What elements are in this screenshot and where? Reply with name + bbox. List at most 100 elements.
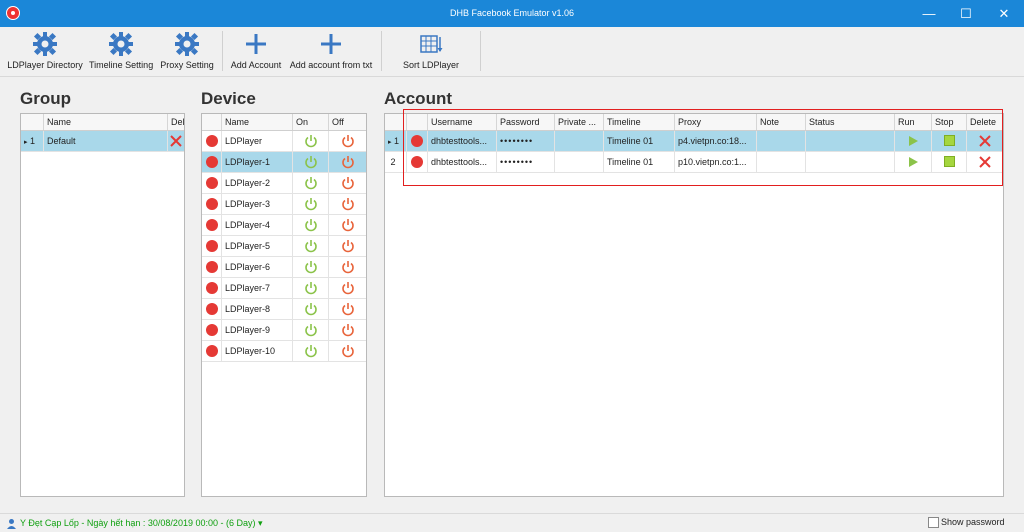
device-off-button[interactable] xyxy=(329,131,366,151)
account-column-run[interactable]: Run xyxy=(895,114,932,130)
delete-group-button[interactable] xyxy=(168,131,184,151)
run-account-button[interactable] xyxy=(895,131,932,151)
power-off-icon xyxy=(341,135,354,148)
device-on-button[interactable] xyxy=(293,299,329,319)
device-row[interactable]: LDPlayer-5 xyxy=(202,236,366,257)
device-row[interactable]: LDPlayer xyxy=(202,131,366,152)
minimize-button[interactable]: — xyxy=(910,0,948,27)
device-on-button[interactable] xyxy=(293,278,329,298)
account-column-note[interactable]: Note xyxy=(757,114,806,130)
device-off-button[interactable] xyxy=(329,320,366,340)
account-header-row: Username Password Private ... Timeline P… xyxy=(385,114,1003,131)
group-row[interactable]: ▸ 1 Default xyxy=(21,131,184,152)
account-column-stop[interactable]: Stop xyxy=(932,114,967,130)
account-row[interactable]: 2 dhbtesttools... •••••••• Timeline 01 p10.v… xyxy=(385,152,1003,173)
maximize-button[interactable]: ☐ xyxy=(947,0,985,27)
device-row[interactable]: LDPlayer-1 xyxy=(202,152,366,173)
device-row[interactable]: LDPlayer-3 xyxy=(202,194,366,215)
power-off-icon xyxy=(341,324,354,337)
device-off-button[interactable] xyxy=(329,278,366,298)
device-on-button[interactable] xyxy=(293,257,329,277)
device-off-button[interactable] xyxy=(329,194,366,214)
group-column-delete[interactable]: Delete xyxy=(168,114,184,130)
account-column-password[interactable]: Password xyxy=(497,114,555,130)
device-row[interactable]: LDPlayer-10 xyxy=(202,341,366,362)
device-on-button[interactable] xyxy=(293,341,329,361)
status-dot-icon xyxy=(205,282,218,294)
account-column-private[interactable]: Private ... xyxy=(555,114,604,130)
title-bar: DHB Facebook Emulator v1.06 — ☐ ✕ xyxy=(0,0,1024,27)
account-note xyxy=(757,152,806,172)
account-column-username[interactable]: Username xyxy=(428,114,497,130)
device-row[interactable]: LDPlayer-8 xyxy=(202,299,366,320)
device-on-button[interactable] xyxy=(293,320,329,340)
device-row[interactable]: LDPlayer-7 xyxy=(202,278,366,299)
power-off-icon xyxy=(341,156,354,169)
group-column-name[interactable]: Name xyxy=(44,114,168,130)
device-on-button[interactable] xyxy=(293,173,329,193)
account-row[interactable]: ▸ 1 dhbtesttools... •••••••• Timeline 01 p4.… xyxy=(385,131,1003,152)
account-column-timeline[interactable]: Timeline xyxy=(604,114,675,130)
account-private xyxy=(555,152,604,172)
power-on-icon xyxy=(304,240,317,253)
close-button[interactable]: ✕ xyxy=(985,0,1023,27)
add-account-button[interactable]: Add Account xyxy=(229,31,283,73)
device-on-button[interactable] xyxy=(293,236,329,256)
sort-ldplayer-button[interactable]: Sort LDPlayer xyxy=(400,31,462,73)
show-password-label: Show password xyxy=(941,517,1005,527)
device-row[interactable]: LDPlayer-6 xyxy=(202,257,366,278)
row-indicator-icon: ▸ xyxy=(388,139,392,146)
account-column-delete[interactable]: Delete xyxy=(967,114,1003,130)
run-account-button[interactable] xyxy=(895,152,932,172)
account-timeline: Timeline 01 xyxy=(604,152,675,172)
device-off-button[interactable] xyxy=(329,152,366,172)
device-row[interactable]: LDPlayer-2 xyxy=(202,173,366,194)
power-on-icon xyxy=(304,156,317,169)
device-off-button[interactable] xyxy=(329,236,366,256)
device-row[interactable]: LDPlayer-4 xyxy=(202,215,366,236)
device-on-button[interactable] xyxy=(293,152,329,172)
device-off-button[interactable] xyxy=(329,341,366,361)
ldplayer-directory-label: LDPlayer Directory xyxy=(7,60,83,70)
device-on-button[interactable] xyxy=(293,131,329,151)
delete-account-button[interactable] xyxy=(967,152,1003,172)
group-header-row: Name Delete xyxy=(21,114,184,131)
device-name: LDPlayer-5 xyxy=(222,236,293,256)
proxy-setting-button[interactable]: Proxy Setting xyxy=(159,31,215,73)
device-off-button[interactable] xyxy=(329,299,366,319)
toolbar-separator xyxy=(381,31,382,71)
device-on-button[interactable] xyxy=(293,194,329,214)
account-column-proxy[interactable]: Proxy xyxy=(675,114,757,130)
device-off-button[interactable] xyxy=(329,215,366,235)
user-icon xyxy=(7,519,16,529)
delete-account-button[interactable] xyxy=(967,131,1003,151)
stop-account-button[interactable] xyxy=(932,131,967,151)
stop-account-button[interactable] xyxy=(932,152,967,172)
device-on-button[interactable] xyxy=(293,215,329,235)
plus-icon xyxy=(229,31,283,59)
device-column-on[interactable]: On xyxy=(293,114,329,130)
account-column-status[interactable]: Status xyxy=(806,114,895,130)
device-name: LDPlayer-8 xyxy=(222,299,293,319)
device-off-button[interactable] xyxy=(329,173,366,193)
license-status-text[interactable]: Y Đẹt Cạp Lốp - Ngày hết hạn : 30/08/201… xyxy=(20,518,263,529)
device-column-name[interactable]: Name xyxy=(222,114,293,130)
gear-icon xyxy=(6,31,84,59)
account-password: •••••••• xyxy=(497,131,555,151)
gear-icon xyxy=(89,31,153,59)
ldplayer-directory-button[interactable]: LDPlayer Directory xyxy=(6,31,84,73)
status-dot-icon xyxy=(411,156,423,168)
add-account-from-txt-button[interactable]: Add account from txt xyxy=(289,31,373,73)
power-on-icon xyxy=(304,345,317,358)
timeline-setting-button[interactable]: Timeline Setting xyxy=(89,31,153,73)
checkbox-box[interactable] xyxy=(928,517,939,528)
device-column-off[interactable]: Off xyxy=(329,114,366,130)
device-row[interactable]: LDPlayer-9 xyxy=(202,320,366,341)
toolbar-separator xyxy=(480,31,481,71)
delete-x-icon xyxy=(979,156,991,168)
device-off-button[interactable] xyxy=(329,257,366,277)
device-name: LDPlayer-4 xyxy=(222,215,293,235)
account-proxy: p10.vietpn.co:1... xyxy=(675,152,757,172)
power-on-icon xyxy=(304,282,317,295)
row-indicator-icon: ▸ xyxy=(24,139,28,146)
